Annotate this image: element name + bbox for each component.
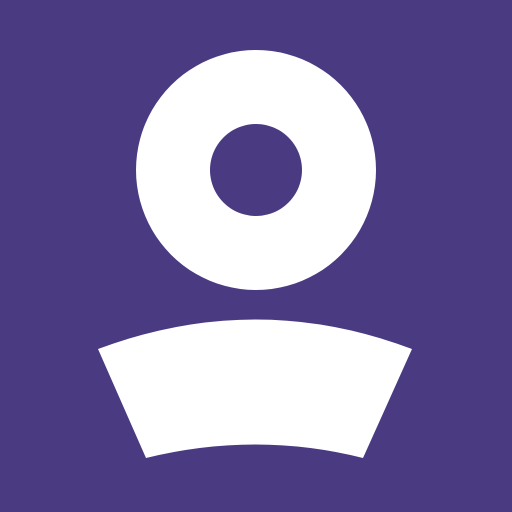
- user-body-shape: [98, 319, 412, 458]
- user-profile-icon: [0, 0, 512, 512]
